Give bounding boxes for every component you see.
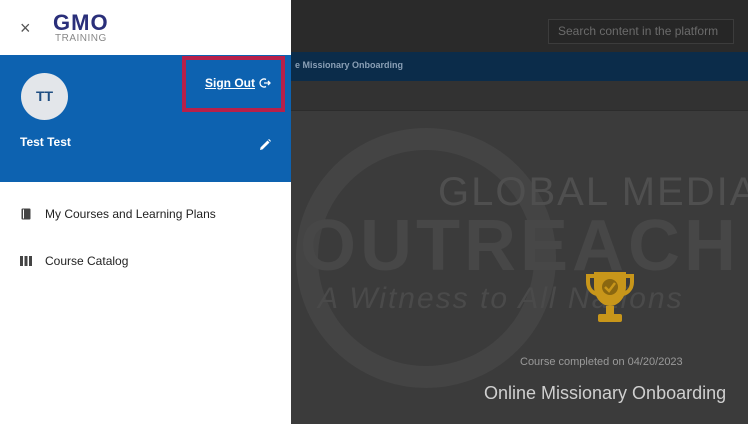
side-drawer: × GMO TRAINING TT Test Test Sign Out My … — [0, 0, 291, 424]
menu-item-my-courses[interactable]: My Courses and Learning Plans — [0, 199, 291, 229]
course-title: Online Missionary Onboarding — [484, 383, 727, 403]
drawer-header: × GMO TRAINING — [0, 0, 291, 55]
menu-item-label: My Courses and Learning Plans — [45, 207, 216, 221]
logo-sub-text: TRAINING — [55, 33, 107, 44]
watermark-outreach: OUTREACH — [300, 206, 740, 286]
course-completed-text: Course completed on 04/20/2023 — [520, 356, 683, 368]
trophy-icon — [586, 272, 634, 322]
catalog-icon — [20, 256, 32, 266]
sign-out-highlight-box — [182, 56, 285, 112]
logo-main-text: GMO — [53, 10, 109, 35]
close-icon[interactable]: × — [20, 19, 38, 37]
menu-item-course-catalog[interactable]: Course Catalog — [0, 246, 291, 276]
breadcrumb: e Missionary Onboarding — [295, 60, 404, 70]
gmo-logo: GMO TRAINING — [51, 11, 121, 47]
user-name: Test Test — [20, 135, 71, 149]
menu-item-label: Course Catalog — [45, 254, 129, 268]
pencil-icon[interactable] — [258, 138, 272, 152]
search-input[interactable]: Search content in the platform — [548, 19, 734, 44]
avatar: TT — [21, 73, 68, 120]
book-icon — [21, 208, 31, 220]
